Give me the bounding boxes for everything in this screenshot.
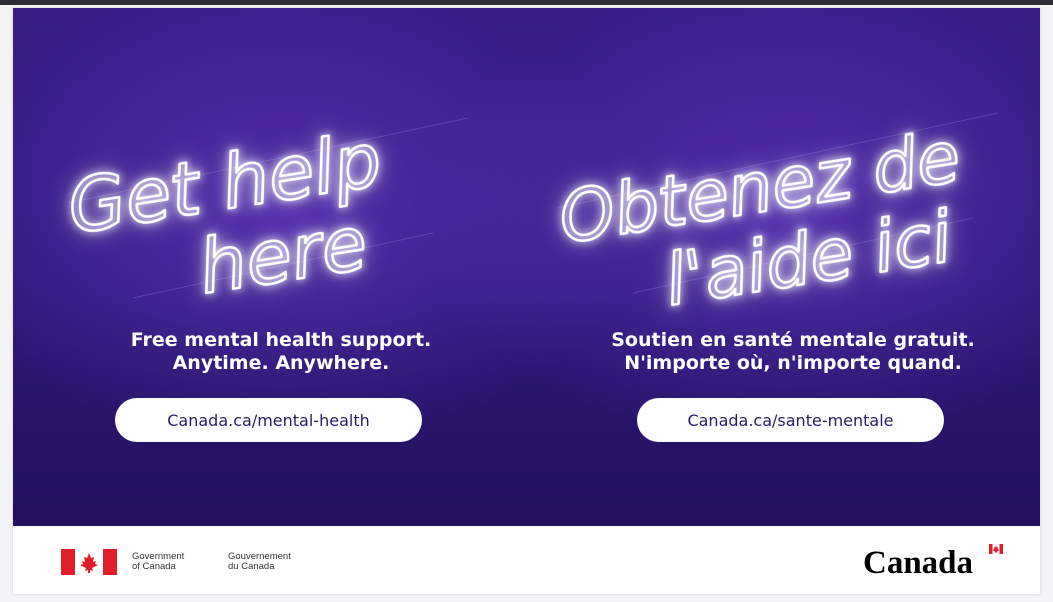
- url-button-french-label: Canada.ca/sante-mentale: [687, 410, 894, 430]
- tagline-french: Soutien en santé mentale gratuit. N'impo…: [573, 329, 1013, 375]
- ad-card: Get help here Obtenez de l'aide ici Free…: [13, 8, 1040, 594]
- tagline-french-line2: N'importe où, n'importe quand.: [624, 352, 962, 374]
- tagline-english: Free mental health support. Anytime. Any…: [61, 329, 501, 375]
- url-button-english[interactable]: Canada.ca/mental-health: [115, 398, 422, 442]
- canada-wordmark-text: Canada: [863, 545, 974, 581]
- mental-health-banner: Get help here Obtenez de l'aide ici Free…: [13, 8, 1040, 526]
- top-border: [0, 0, 1053, 5]
- tagline-english-line2: Anytime. Anywhere.: [172, 352, 390, 374]
- url-button-french[interactable]: Canada.ca/sante-mentale: [637, 398, 944, 442]
- wordmark-flag-icon: [989, 544, 1003, 554]
- signature-english-line2: of Canada: [132, 561, 176, 572]
- canada-flag-icon: [61, 549, 117, 575]
- tagline-english-line1: Free mental health support.: [130, 329, 432, 351]
- page: Get help here Obtenez de l'aide ici Free…: [0, 0, 1053, 602]
- signature-french: Gouvernement du Canada: [228, 552, 291, 572]
- neon-headlines: Get help here Obtenez de l'aide ici: [61, 112, 999, 323]
- signature-french-line2: du Canada: [228, 561, 275, 572]
- canada-wordmark: Canada: [863, 542, 1003, 584]
- signature-english: Government of Canada: [132, 552, 184, 572]
- government-footer: Government of Canada Gouvernement du Can…: [13, 526, 1040, 594]
- url-button-english-label: Canada.ca/mental-health: [167, 410, 370, 430]
- tagline-french-line1: Soutien en santé mentale gratuit.: [611, 329, 975, 351]
